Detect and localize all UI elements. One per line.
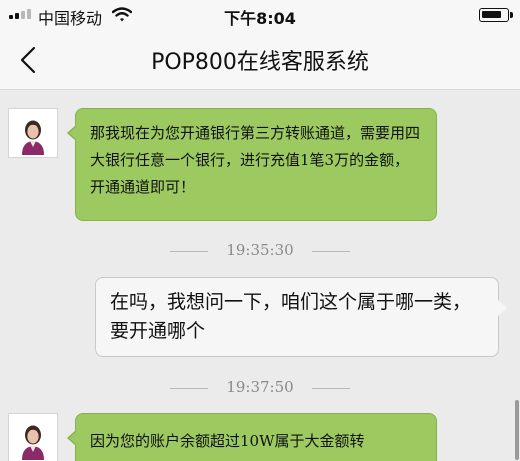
- status-time: 下午8:04: [224, 9, 296, 28]
- page-title: POP800在线客服系统: [151, 50, 369, 75]
- timestamp-text: 19:37:50: [226, 378, 294, 396]
- message-bubble-agent: 那我现在为您开通银行第三方转账通道，需要用四大银行任意一个银行，进行充值1笔3万…: [67, 108, 437, 221]
- battery-icon: [479, 8, 513, 22]
- message-text: 在吗，我想问一下，咱们这个属于哪一类，要开通哪个: [110, 291, 472, 342]
- message-bubble-user: 在吗，我想问一下，咱们这个属于哪一类，要开通哪个: [95, 277, 507, 357]
- message-bubble-agent: 因为您的账户余额超过10W属于大金额转: [67, 413, 437, 461]
- message-text: 那我现在为您开通银行第三方转账通道，需要用四大银行任意一个银行，进行充值1笔3万…: [90, 124, 421, 196]
- chat-area[interactable]: 那我现在为您开通银行第三方转账通道，需要用四大银行任意一个银行，进行充值1笔3万…: [0, 90, 520, 461]
- message-text: 因为您的账户余额超过10W属于大金额转: [90, 432, 365, 450]
- status-bar: 中国移动 下午8:04: [0, 0, 520, 30]
- avatar-icon[interactable]: [8, 413, 58, 461]
- nav-bar: POP800在线客服系统: [0, 30, 520, 90]
- message-timestamp: 19:37:50: [0, 378, 520, 396]
- chat-scrollbar[interactable]: [515, 400, 519, 460]
- timestamp-text: 19:35:30: [226, 241, 294, 259]
- avatar-icon[interactable]: [8, 108, 58, 158]
- message-timestamp: 19:35:30: [0, 241, 520, 259]
